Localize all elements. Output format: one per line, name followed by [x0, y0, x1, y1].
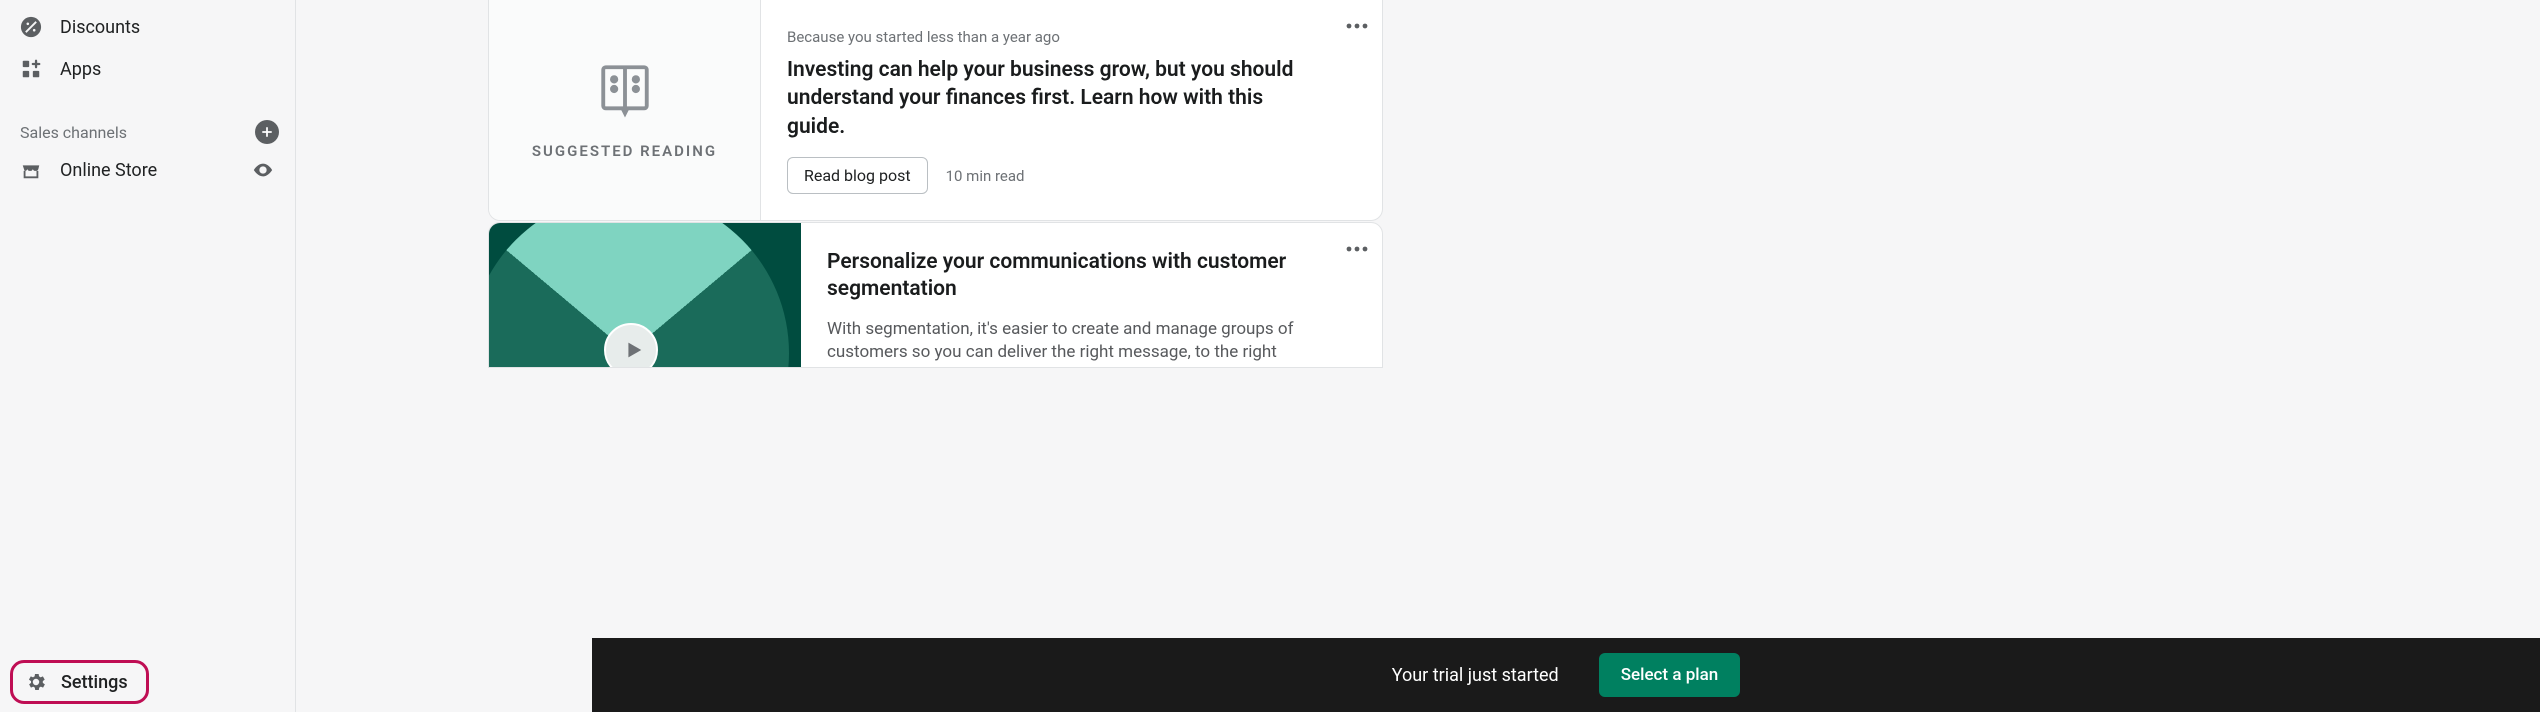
add-channel-button[interactable] [255, 120, 279, 144]
card-more-button[interactable] [1346, 14, 1368, 33]
apps-icon [20, 58, 42, 80]
nav-list: Marketing Discounts Apps [0, 0, 295, 88]
settings-button[interactable]: Settings [10, 660, 149, 704]
read-time-label: 10 min read [946, 167, 1025, 185]
suggested-reading-card: SUGGESTED READING Because you started le… [488, 0, 1383, 221]
segmentation-card: Personalize your communications with cus… [488, 222, 1383, 368]
sidebar-item-label: Discounts [60, 17, 140, 38]
read-blog-post-button[interactable]: Read blog post [787, 157, 928, 194]
discount-icon [20, 16, 42, 38]
sales-channels-header: Sales channels [0, 92, 295, 150]
sidebar-item-discounts[interactable]: Discounts [8, 8, 287, 46]
sidebar-item-label: Apps [60, 59, 101, 80]
main-panel: SUGGESTED READING Because you started le… [296, 0, 2540, 712]
view-store-button[interactable] [251, 158, 275, 182]
settings-label: Settings [61, 672, 128, 693]
sidebar: Marketing Discounts Apps Sales channels [0, 0, 296, 712]
sidebar-item-online-store[interactable]: Online Store [8, 150, 287, 190]
suggested-reading-label: SUGGESTED READING [532, 142, 717, 160]
suggested-reading-headline: Investing can help your business grow, b… [787, 56, 1322, 141]
sales-channels-label: Sales channels [20, 123, 127, 142]
sidebar-item-label: Online Store [60, 160, 157, 181]
store-icon [20, 159, 42, 181]
segmentation-body: With segmentation, it's easier to create… [827, 318, 1322, 368]
trial-bar: Your trial just started Select a plan [592, 638, 2540, 712]
sidebar-item-apps[interactable]: Apps [8, 50, 287, 88]
segmentation-headline: Personalize your communications with cus… [827, 249, 1322, 304]
suggested-reading-eyebrow: Because you started less than a year ago [787, 28, 1322, 46]
trial-text: Your trial just started [1392, 665, 1559, 686]
suggested-reading-left: SUGGESTED READING [489, 0, 761, 220]
sidebar-item-marketing[interactable]: Marketing [8, 0, 287, 4]
gear-icon [25, 671, 47, 693]
book-icon [596, 60, 654, 122]
segmentation-thumbnail [489, 223, 801, 367]
card-more-button[interactable] [1346, 237, 1368, 256]
select-plan-button[interactable]: Select a plan [1599, 653, 1741, 697]
